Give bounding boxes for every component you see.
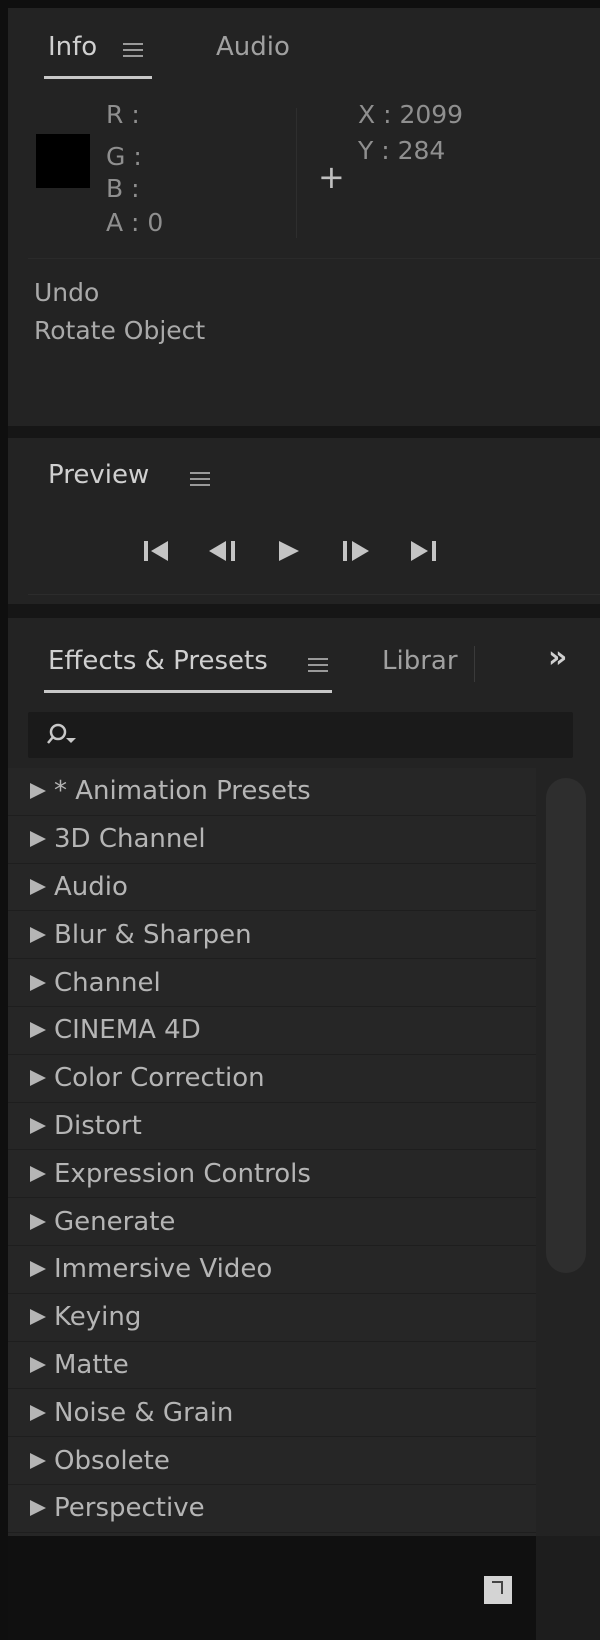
footer-left <box>8 1536 536 1640</box>
effect-category-label: Expression Controls <box>54 1158 311 1189</box>
new-folder-icon[interactable] <box>478 1568 518 1608</box>
effect-category-label: Generate <box>54 1206 176 1237</box>
r-readout: R : <box>106 100 140 129</box>
effect-category-label: Color Correction <box>54 1063 265 1094</box>
search-input[interactable] <box>28 712 573 758</box>
expand-triangle-icon[interactable] <box>30 974 46 991</box>
effect-category-row[interactable]: * Animation Presets <box>8 768 536 816</box>
expand-triangle-icon[interactable] <box>30 1452 46 1469</box>
effect-category-row[interactable]: Matte <box>8 1341 536 1390</box>
first-frame-icon[interactable] <box>142 538 172 564</box>
expand-triangle-icon[interactable] <box>30 1022 46 1039</box>
info-section-divider <box>28 258 600 259</box>
effect-category-label: Audio <box>54 871 128 902</box>
hamburger-menu-icon[interactable] <box>190 472 210 486</box>
info-panel: Info Audio R : G : B : A : 0 + X : 2099 … <box>8 8 600 426</box>
expand-triangle-icon[interactable] <box>30 783 46 800</box>
effect-category-label: CINEMA 4D <box>54 1015 201 1046</box>
expand-triangle-icon[interactable] <box>30 1404 46 1421</box>
color-swatch <box>36 134 90 188</box>
effect-category-row[interactable]: CINEMA 4D <box>8 1006 536 1055</box>
scrollbar[interactable] <box>538 768 600 1538</box>
effect-category-label: Immersive Video <box>54 1254 273 1285</box>
active-tab-underline <box>44 76 152 79</box>
scrollbar-thumb[interactable] <box>546 778 586 1273</box>
app-frame: Info Audio R : G : B : A : 0 + X : 2099 … <box>8 8 600 1640</box>
search-dropdown-icon[interactable] <box>46 722 78 748</box>
effect-category-label: Perspective <box>54 1493 205 1524</box>
effect-category-label: Distort <box>54 1110 142 1141</box>
effect-category-row[interactable]: Perspective <box>8 1484 536 1533</box>
x-readout: X : 2099 <box>358 100 464 129</box>
effect-category-label: 3D Channel <box>54 824 206 855</box>
effect-category-row[interactable]: 3D Channel <box>8 815 536 864</box>
double-chevron-right-icon[interactable]: » <box>548 640 567 675</box>
expand-triangle-icon[interactable] <box>30 878 46 895</box>
b-readout: B : <box>106 174 140 203</box>
effect-category-row[interactable]: Channel <box>8 959 536 1007</box>
y-readout: Y : 284 <box>358 136 446 165</box>
effect-category-label: * Animation Presets <box>54 776 311 807</box>
expand-triangle-icon[interactable] <box>30 1261 46 1278</box>
panel-separator <box>8 604 600 618</box>
hamburger-menu-icon[interactable] <box>308 658 328 672</box>
undo-label: Undo <box>34 278 100 307</box>
tab-audio[interactable]: Audio <box>216 32 290 62</box>
play-icon[interactable] <box>276 538 302 564</box>
crosshair-icon: + <box>318 158 345 196</box>
hamburger-menu-icon[interactable] <box>123 43 143 57</box>
effect-category-label: Noise & Grain <box>54 1397 234 1428</box>
effect-category-row[interactable]: Distort <box>8 1102 536 1151</box>
expand-triangle-icon[interactable] <box>30 1309 46 1326</box>
expand-triangle-icon[interactable] <box>30 1500 46 1517</box>
expand-triangle-icon[interactable] <box>30 1356 46 1373</box>
tab-divider <box>474 646 475 682</box>
expand-triangle-icon[interactable] <box>30 1213 46 1230</box>
effect-category-label: Channel <box>54 967 161 998</box>
effect-category-row[interactable]: Immersive Video <box>8 1245 536 1294</box>
effect-category-row[interactable]: Expression Controls <box>8 1150 536 1199</box>
a-readout: A : 0 <box>106 208 164 237</box>
effect-category-row[interactable]: Blur & Sharpen <box>8 911 536 960</box>
undo-action: Rotate Object <box>34 316 206 345</box>
effects-list: * Animation Presets 3D Channel Audio Blur &… <box>8 768 536 1538</box>
tab-libraries[interactable]: Librar <box>382 646 458 676</box>
effect-category-row[interactable]: Color Correction <box>8 1054 536 1103</box>
last-frame-icon[interactable] <box>408 538 440 564</box>
effect-category-row[interactable]: Keying <box>8 1293 536 1342</box>
preview-panel: Preview <box>8 438 600 604</box>
tab-effects-presets[interactable]: Effects & Presets <box>48 646 268 676</box>
preview-bottom-line <box>28 594 600 595</box>
panel-footer <box>8 1536 600 1640</box>
effect-category-row[interactable]: Noise & Grain <box>8 1389 536 1438</box>
previous-frame-icon[interactable] <box>206 538 240 564</box>
tab-info[interactable]: Info <box>48 32 97 62</box>
expand-triangle-icon[interactable] <box>30 1117 46 1134</box>
effect-category-row[interactable]: Generate <box>8 1198 536 1246</box>
active-tab-underline <box>44 690 332 693</box>
g-readout: G : <box>106 142 142 171</box>
expand-triangle-icon[interactable] <box>30 1165 46 1182</box>
expand-triangle-icon[interactable] <box>30 1070 46 1087</box>
preview-title: Preview <box>48 460 150 490</box>
effect-category-label: Obsolete <box>54 1445 170 1476</box>
effect-category-row[interactable]: Obsolete <box>8 1437 536 1485</box>
effect-category-row[interactable]: Audio <box>8 863 536 912</box>
effect-category-label: Keying <box>54 1302 142 1333</box>
next-frame-icon[interactable] <box>340 538 374 564</box>
expand-triangle-icon[interactable] <box>30 926 46 943</box>
effect-category-label: Blur & Sharpen <box>54 919 252 950</box>
info-divider <box>296 108 297 238</box>
effect-category-label: Matte <box>54 1349 129 1380</box>
panel-separator <box>8 426 600 438</box>
expand-triangle-icon[interactable] <box>30 831 46 848</box>
